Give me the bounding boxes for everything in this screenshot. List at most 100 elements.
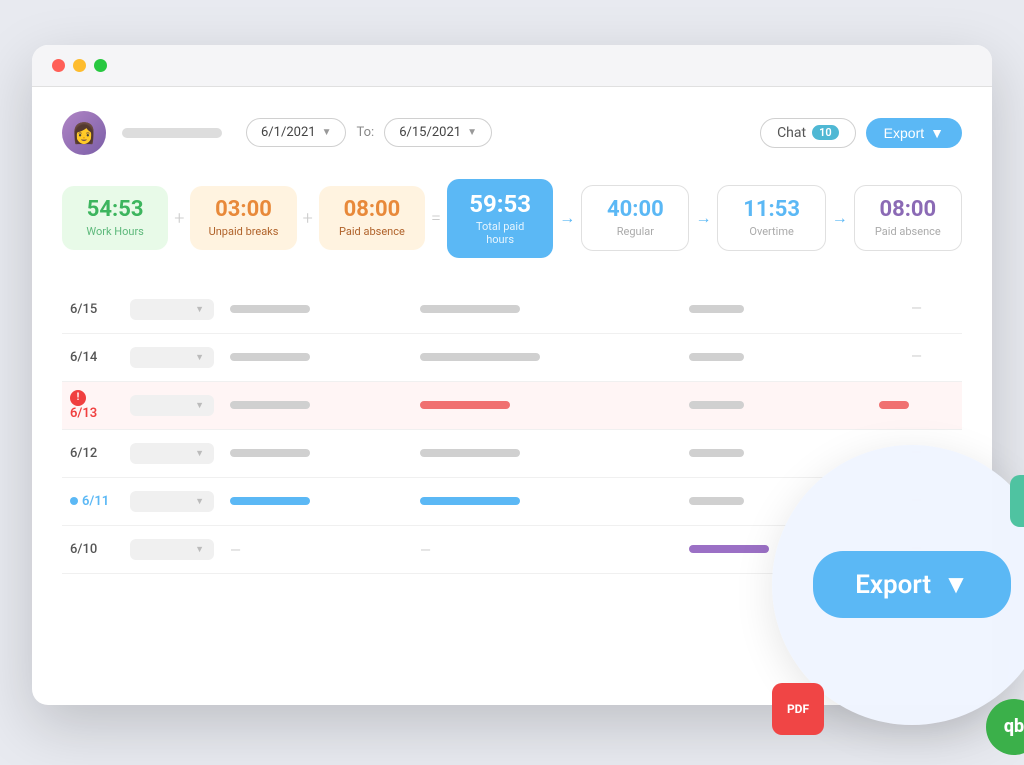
- chat-button[interactable]: Chat 10: [760, 118, 856, 148]
- operator-2: +: [303, 208, 313, 229]
- date-from-arrow: ▼: [322, 127, 332, 138]
- dropdown-arrow-icon: ▼: [195, 352, 204, 363]
- bar-cell-3: [681, 382, 871, 430]
- time-bar-4: [879, 401, 909, 409]
- export-big-button[interactable]: Export ▼: [813, 551, 1011, 618]
- time-dropdown-cell: ▼: [122, 382, 222, 430]
- dash-1: —: [230, 543, 241, 559]
- pdf-label: PDF: [787, 702, 809, 716]
- tile-unpaid-breaks: 03:00 Unpaid breaks: [190, 186, 296, 250]
- paid-abs2-label: Paid absence: [873, 225, 943, 238]
- work-hours-label: Work Hours: [80, 225, 150, 238]
- export-quickbooks-button[interactable]: qb: [986, 699, 1024, 755]
- operator-1: +: [174, 208, 184, 229]
- to-label: To:: [356, 125, 374, 140]
- summary-row: 54:53 Work Hours + 03:00 Unpaid breaks +…: [62, 179, 962, 258]
- unpaid-value: 03:00: [208, 198, 278, 222]
- time-bar-3: [689, 449, 744, 457]
- bar-cell-2: [412, 286, 681, 334]
- bar-cell-3: [681, 334, 871, 382]
- extra-cell: —: [871, 334, 962, 382]
- time-dropdown[interactable]: ▼: [130, 443, 214, 464]
- extra-cell: —: [871, 478, 962, 526]
- time-bar-2: [420, 449, 520, 457]
- traffic-light-red[interactable]: [52, 59, 65, 72]
- tile-overtime: 11:53 Overtime: [717, 185, 825, 251]
- traffic-light-green[interactable]: [94, 59, 107, 72]
- bar-cell-1: [222, 430, 412, 478]
- bar-cell-3: [681, 478, 871, 526]
- date-to-picker[interactable]: 6/15/2021 ▼: [384, 118, 492, 147]
- export-xls-button[interactable]: XLS: [1010, 475, 1024, 527]
- unpaid-label: Unpaid breaks: [208, 225, 278, 238]
- top-bar: 👩 6/1/2021 ▼ To: 6/15/2021 ▼ Chat 10: [62, 111, 962, 155]
- dropdown-arrow-icon: ▼: [195, 448, 204, 459]
- time-dropdown[interactable]: ▼: [130, 395, 214, 416]
- tile-paid-absence-2: 08:00 Paid absence: [854, 185, 962, 251]
- time-bar-3: [689, 353, 744, 361]
- date-from-value: 6/1/2021: [261, 125, 316, 140]
- export-pdf-button[interactable]: PDF: [772, 683, 824, 735]
- bar-cell-2: [412, 334, 681, 382]
- qb-label: qb: [1004, 716, 1024, 737]
- time-bar-3: [689, 305, 744, 313]
- chat-label: Chat: [777, 125, 806, 141]
- tile-paid-absence: 08:00 Paid absence: [319, 186, 425, 250]
- tile-work-hours: 54:53 Work Hours: [62, 186, 168, 250]
- date-range: 6/1/2021 ▼ To: 6/15/2021 ▼: [246, 118, 492, 147]
- bar-cell-1: [222, 478, 412, 526]
- time-bar-2: [420, 401, 510, 409]
- browser-window: 👩 6/1/2021 ▼ To: 6/15/2021 ▼ Chat 10: [32, 45, 992, 705]
- time-dropdown[interactable]: ▼: [130, 539, 214, 560]
- arrow-3: →: [832, 208, 848, 228]
- date-cell: 6/12: [62, 430, 122, 478]
- extra-cell: [871, 382, 962, 430]
- date-cell: 6/15: [62, 286, 122, 334]
- date-to-value: 6/15/2021: [399, 125, 461, 140]
- time-bar-1: [230, 305, 310, 313]
- time-dropdown-cell: ▼: [122, 430, 222, 478]
- total-label: Total paid hours: [465, 220, 535, 246]
- bar-cell-1: [222, 334, 412, 382]
- dropdown-arrow-icon: ▼: [195, 304, 204, 315]
- tile-total-paid-hours: 59:53 Total paid hours: [447, 179, 553, 258]
- bar-cell-2: [412, 430, 681, 478]
- overtime-label: Overtime: [736, 225, 806, 238]
- error-icon: !: [70, 390, 86, 406]
- regular-label: Regular: [600, 225, 670, 238]
- extra-cell: —: [871, 430, 962, 478]
- paid-abs-value: 08:00: [337, 198, 407, 222]
- date-from-picker[interactable]: 6/1/2021 ▼: [246, 118, 346, 147]
- export-big-arrow-icon: ▼: [943, 569, 969, 600]
- regular-value: 40:00: [600, 198, 670, 222]
- time-bar-3: [689, 545, 769, 553]
- time-dropdown[interactable]: ▼: [130, 299, 214, 320]
- browser-content: 👩 6/1/2021 ▼ To: 6/15/2021 ▼ Chat 10: [32, 87, 992, 604]
- time-dropdown[interactable]: ▼: [130, 347, 214, 368]
- time-bar-1: [230, 401, 310, 409]
- time-dropdown-cell: ▼: [122, 286, 222, 334]
- traffic-light-yellow[interactable]: [73, 59, 86, 72]
- arrow-2: →: [695, 208, 711, 228]
- bar-cell-1: —: [222, 526, 412, 574]
- paid-abs-label: Paid absence: [337, 225, 407, 238]
- bar-cell-2: [412, 478, 681, 526]
- chat-badge: 10: [812, 125, 839, 140]
- date-to-arrow: ▼: [467, 127, 477, 138]
- work-hours-value: 54:53: [80, 198, 150, 222]
- time-dropdown-cell: ▼: [122, 526, 222, 574]
- dropdown-arrow-icon: ▼: [195, 496, 204, 507]
- note-dot: [70, 497, 78, 505]
- tile-regular: 40:00 Regular: [581, 185, 689, 251]
- time-dropdown[interactable]: ▼: [130, 491, 214, 512]
- time-dropdown-cell: ▼: [122, 478, 222, 526]
- time-bar-1: [230, 353, 310, 361]
- export-button[interactable]: Export ▼: [866, 118, 962, 148]
- arrow-1: →: [559, 208, 575, 228]
- dropdown-arrow-icon: ▼: [195, 544, 204, 555]
- table-row: 6/14▼—: [62, 334, 962, 382]
- time-bar-2: [420, 305, 520, 313]
- export-arrow-icon: ▼: [930, 125, 944, 141]
- bar-cell-2: —: [412, 526, 681, 574]
- time-table: 6/15▼—6/14▼—!6/13▼6/12▼—6/11▼—6/10▼———: [62, 286, 962, 574]
